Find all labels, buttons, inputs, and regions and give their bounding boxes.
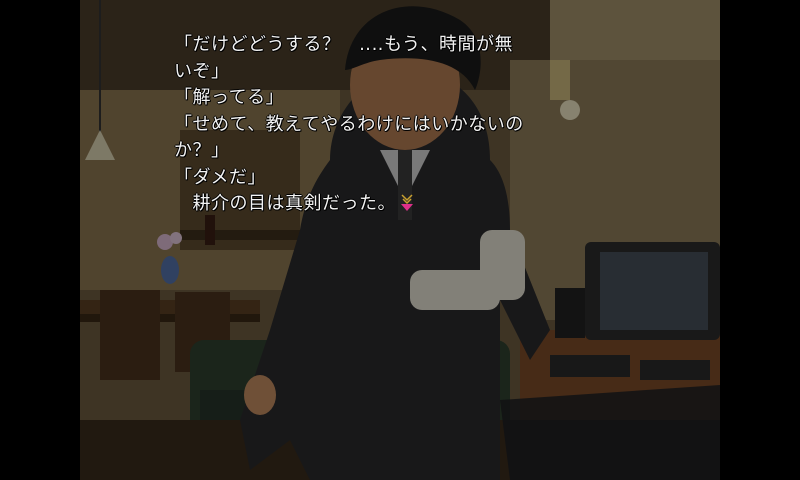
dialogue-line: 「だけどどうする？ ‥‥もう、時間が無	[174, 34, 513, 55]
letterbox-right	[720, 0, 800, 480]
letterbox-left	[0, 0, 80, 480]
page-wait-icon	[401, 194, 413, 211]
message-text-area[interactable]: 「だけどどうする？ ‥‥もう、時間が無 いぞ」 「解ってる」 「せめて、教えてや…	[174, 32, 634, 218]
dialogue-line-current: 耕介の目は真剣だった。	[174, 191, 634, 218]
dialogue-line: 「ダメだ」	[174, 166, 266, 188]
dialogue-line: いぞ」	[174, 60, 230, 82]
game-screen[interactable]: 「だけどどうする？ ‥‥もう、時間が無 いぞ」 「解ってる」 「せめて、教えてや…	[0, 0, 800, 480]
dialogue-line: か？」	[174, 140, 230, 161]
current-line-text: 耕介の目は真剣だった。	[174, 193, 396, 214]
dialogue-line: 「せめて、教えてやるわけにはいかないの	[174, 113, 524, 135]
dialogue-line: 「解ってる」	[174, 87, 285, 108]
